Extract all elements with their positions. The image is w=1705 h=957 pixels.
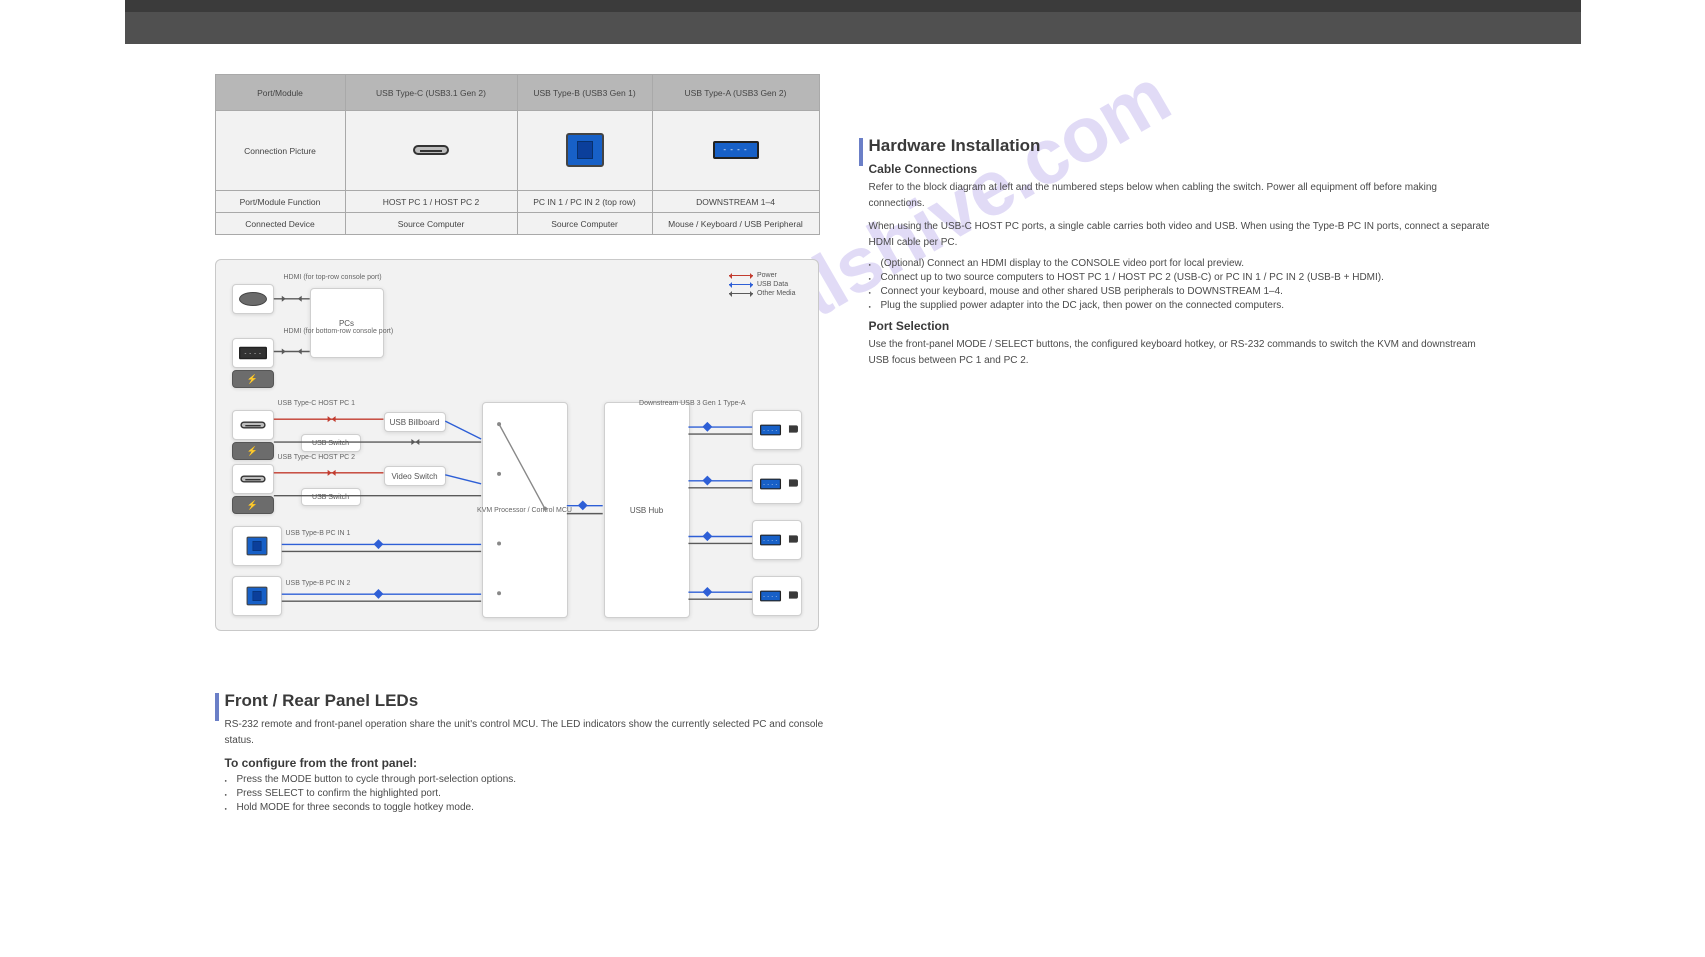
usb-plug-icon xyxy=(789,425,798,432)
port-usbb1 xyxy=(232,526,282,566)
row-func-label: Port/Module Function xyxy=(215,191,345,213)
kvm-label: KVM Processor / Control MCU xyxy=(477,507,572,514)
th-usbc: USB Type-C (USB3.1 Gen 2) xyxy=(345,75,517,111)
port-usbc1 xyxy=(232,410,274,440)
legend-power: Power xyxy=(757,272,777,279)
row-picture-label: Connection Picture xyxy=(215,111,345,191)
usbc1-label: USB Type-C HOST PC 1 xyxy=(278,400,356,407)
right-body: Refer to the block diagram at left and t… xyxy=(869,180,1491,211)
legend-other: Other Media xyxy=(757,290,796,297)
usb-b-icon xyxy=(566,133,604,167)
usb-plug-icon xyxy=(789,535,798,542)
port-usbb2 xyxy=(232,576,282,616)
port-hdmi xyxy=(232,284,274,314)
bullet-3: Connect your keyboard, mouse and other s… xyxy=(881,286,1491,297)
left-steps-title: To configure from the front panel: xyxy=(225,756,831,770)
cell-func-c: HOST PC 1 / HOST PC 2 xyxy=(345,191,517,213)
usb-a-icon xyxy=(760,591,781,602)
usb-b-icon xyxy=(246,537,267,556)
cell-conn-b: Source Computer xyxy=(517,213,652,235)
right-title: Hardware Installation xyxy=(869,136,1491,156)
block-diagram: Power USB Data Other Media ⚡ ⚡ ⚡ xyxy=(215,259,819,631)
left-steps: Press the MODE button to cycle through p… xyxy=(225,774,831,813)
th-usba: USB Type-A (USB3 Gen 2) xyxy=(652,75,819,111)
left-section: Front / Rear Panel LEDs RS-232 remote an… xyxy=(215,691,831,813)
cell-conn-a: Mouse / Keyboard / USB Peripheral xyxy=(652,213,819,235)
videosw-box: Video Switch xyxy=(384,466,446,486)
right-section: Hardware Installation Cable Connections … xyxy=(859,136,1491,368)
ds3 xyxy=(752,520,802,560)
cell-usbc-pic xyxy=(345,111,517,191)
usbsw-2: USB Switch xyxy=(301,488,361,506)
cell-func-a: DOWNSTREAM 1–4 xyxy=(652,191,819,213)
usbsw-1: USB Switch xyxy=(301,434,361,452)
cell-usba-pic xyxy=(652,111,819,191)
bullet-2: Connect up to two source computers to HO… xyxy=(881,272,1491,283)
left-body: RS-232 remote and front-panel operation … xyxy=(225,717,831,748)
step-1: Press the MODE button to cycle through p… xyxy=(237,774,831,785)
hdmi-bot-label: HDMI (for bottom-row console port) xyxy=(284,328,394,335)
usb-a-icon xyxy=(713,141,759,159)
right-sub: Cable Connections xyxy=(869,162,1491,176)
usb-c-icon xyxy=(240,422,265,429)
right-bullets: (Optional) Connect an HDMI display to th… xyxy=(869,258,1491,311)
ds1 xyxy=(752,410,802,450)
usb-a-icon xyxy=(760,479,781,490)
left-title: Front / Rear Panel LEDs xyxy=(225,691,831,711)
usb-b-icon xyxy=(246,587,267,606)
port-plug1: ⚡ xyxy=(232,370,274,388)
row-conn-label: Connected Device xyxy=(215,213,345,235)
port-plug3: ⚡ xyxy=(232,496,274,514)
ds2 xyxy=(752,464,802,504)
usb-c-icon xyxy=(240,476,265,483)
legend: Power USB Data Other Media xyxy=(729,272,796,299)
usbb1-label: USB Type-B PC IN 1 xyxy=(286,530,351,537)
right-body2: When using the USB-C HOST PC ports, a si… xyxy=(869,219,1491,250)
usb-a-icon xyxy=(760,535,781,546)
usb-a-icon xyxy=(760,425,781,436)
spec-table: Port/Module USB Type-C (USB3.1 Gen 2) US… xyxy=(215,74,820,235)
kvm-box: KVM Processor / Control MCU xyxy=(482,402,568,618)
hdmi-top-label: HDMI (for top-row console port) xyxy=(284,274,382,281)
hdmi-icon xyxy=(239,292,267,306)
cell-func-b: PC IN 1 / PC IN 2 (top row) xyxy=(517,191,652,213)
billboard-box: USB Billboard xyxy=(384,412,446,432)
hub-box: USB Hub xyxy=(604,402,690,618)
right-body3: Use the front-panel MODE / SELECT button… xyxy=(869,337,1491,368)
ds-label: Downstream USB 3 Gen 1 Type-A xyxy=(639,400,745,407)
port-usbc2 xyxy=(232,464,274,494)
cell-usbb-pic xyxy=(517,111,652,191)
port-plug2: ⚡ xyxy=(232,442,274,460)
ds4 xyxy=(752,576,802,616)
cell-conn-c: Source Computer xyxy=(345,213,517,235)
usb-a-black-icon xyxy=(239,347,267,360)
bullet-1: (Optional) Connect an HDMI display to th… xyxy=(881,258,1491,269)
usbc2-label: USB Type-C HOST PC 2 xyxy=(278,454,356,461)
usb-c-icon xyxy=(413,145,449,155)
usbb2-label: USB Type-B PC IN 2 xyxy=(286,580,351,587)
bullet-4: Plug the supplied power adapter into the… xyxy=(881,300,1491,311)
step-2: Press SELECT to confirm the highlighted … xyxy=(237,788,831,799)
right-sub2: Port Selection xyxy=(869,319,1491,333)
usb-plug-icon xyxy=(789,479,798,486)
legend-data: USB Data xyxy=(757,281,788,288)
step-3: Hold MODE for three seconds to toggle ho… xyxy=(237,802,831,813)
th-port: Port/Module xyxy=(215,75,345,111)
th-usbb: USB Type-B (USB3 Gen 1) xyxy=(517,75,652,111)
pcs-box: PCs xyxy=(310,288,384,358)
usb-plug-icon xyxy=(789,591,798,598)
port-usba-blk xyxy=(232,338,274,368)
